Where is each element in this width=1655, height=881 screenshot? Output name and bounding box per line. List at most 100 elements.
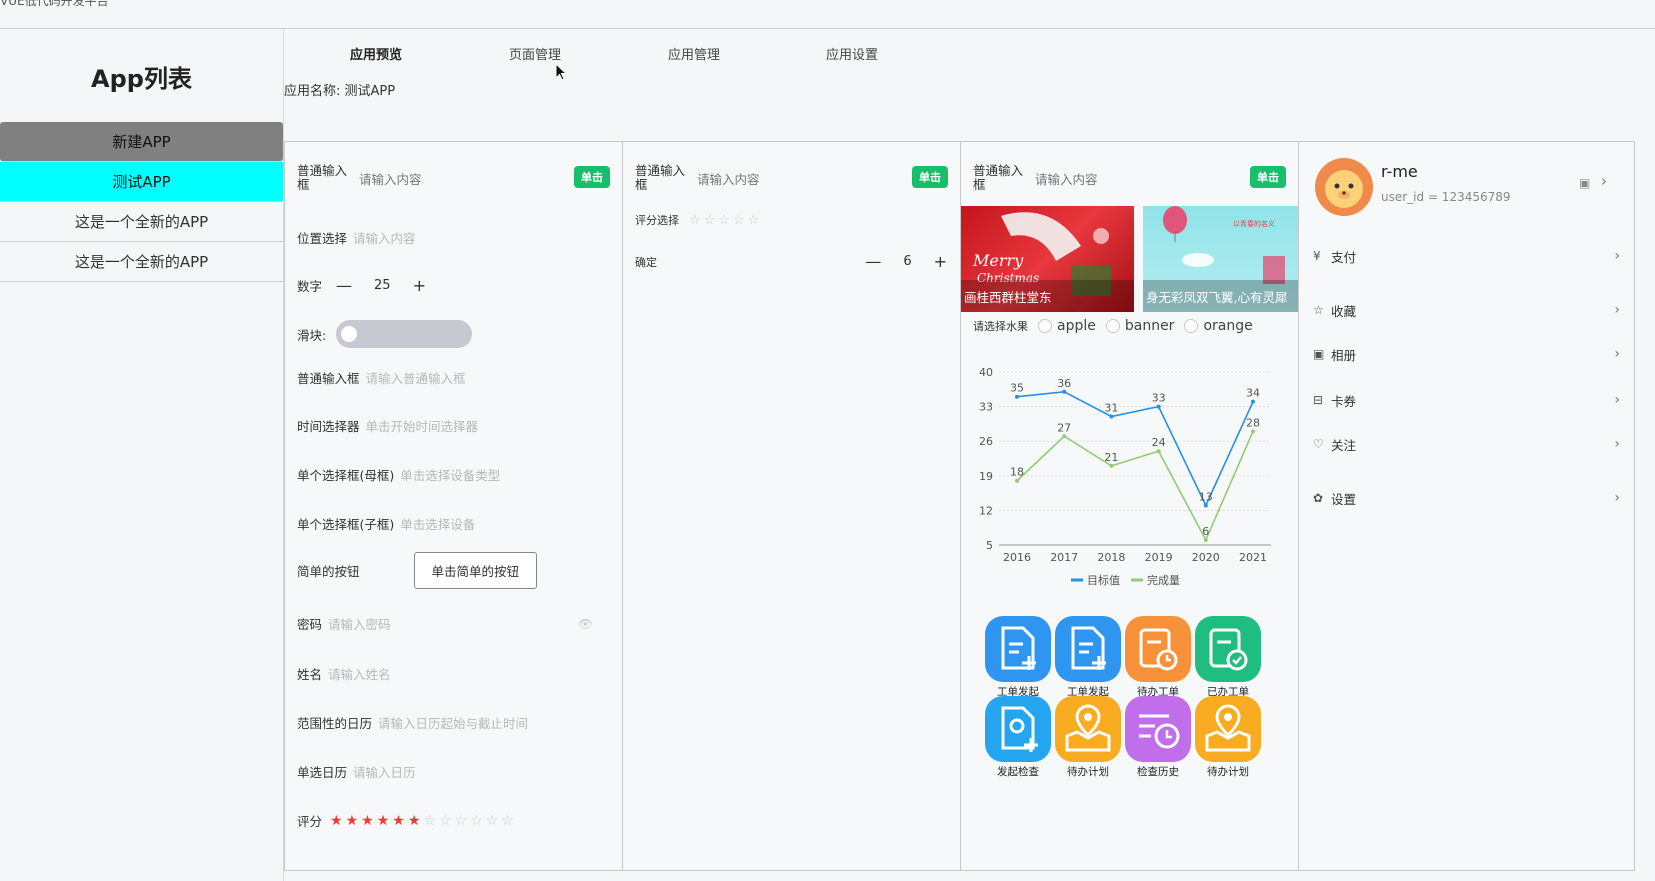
radio-apple-label[interactable]: apple — [1057, 318, 1096, 334]
decrease-button[interactable]: — — [865, 252, 881, 271]
profile-menu-item[interactable]: ¥ 支付 › — [1313, 246, 1620, 266]
top-input-field[interactable]: 请输入内容 — [1035, 169, 1283, 188]
profile-menu-item[interactable]: ▣ 相册 › — [1313, 344, 1620, 364]
radio-banner[interactable] — [1105, 319, 1120, 333]
avatar[interactable] — [1315, 158, 1373, 216]
radio-orange-label[interactable]: orange — [1203, 318, 1252, 334]
password-input[interactable]: 请输入密码 — [328, 614, 391, 633]
normal-input[interactable]: 请输入普通输入框 — [366, 368, 466, 387]
profile-menu-item[interactable]: ☆ 收藏 › — [1313, 300, 1620, 320]
simple-button-label: 简单的按钮 — [297, 564, 360, 579]
data-label: 21 — [1104, 451, 1118, 464]
star-icon[interactable]: ☆ — [748, 213, 760, 228]
chevron-right-icon[interactable]: › — [1601, 172, 1607, 190]
confirm-label: 确定 — [635, 255, 657, 269]
star-icon[interactable]: ☆ — [486, 813, 499, 829]
scan-icon[interactable]: ▣ — [1579, 176, 1590, 190]
location-input[interactable]: 请输入内容 — [353, 228, 416, 247]
click-button[interactable]: 单击 — [1250, 166, 1286, 188]
pay-icon: ¥ — [1313, 249, 1321, 263]
doc-check-icon[interactable] — [1195, 616, 1261, 682]
single-calendar-input[interactable]: 请输入日历 — [353, 762, 416, 781]
child-select-input[interactable]: 单击选择设备 — [400, 514, 475, 533]
list-clock-icon[interactable] — [1125, 696, 1191, 762]
confirm-row: 确定 — 6 + — [635, 252, 949, 271]
slider-track[interactable] — [336, 320, 473, 348]
star-icon[interactable]: ★ — [361, 813, 374, 829]
app-item[interactable]: 这是一个全新的APP — [0, 202, 283, 242]
top-bar: VUE低代码开发平台 — [0, 0, 1655, 29]
location-add-icon[interactable] — [985, 696, 1051, 762]
app-icon-tile[interactable]: 待办工单 — [1125, 616, 1191, 699]
app-icon-tile[interactable]: 待办计划 — [1055, 696, 1121, 779]
data-label: 13 — [1199, 490, 1213, 503]
star-icon[interactable]: ☆ — [718, 213, 730, 228]
doc-add-icon[interactable] — [1055, 616, 1121, 682]
radio-orange[interactable] — [1184, 319, 1199, 333]
click-button[interactable]: 单击 — [912, 166, 948, 188]
star-icon[interactable]: ☆ — [733, 213, 745, 228]
profile-menu-label: 卡券 — [1331, 393, 1357, 409]
time-picker-label: 时间选择器 — [297, 419, 360, 434]
app-icon-tile[interactable]: 发起检查 — [985, 696, 1051, 779]
tab-app-management[interactable]: 应用管理 — [668, 44, 720, 63]
top-input-field[interactable]: 请输入内容 — [359, 169, 607, 188]
decrease-button[interactable]: — — [336, 276, 352, 295]
profile-menu-item[interactable]: ✿ 设置 › — [1313, 488, 1620, 508]
tab-page-management[interactable]: 页面管理 — [509, 44, 561, 63]
star-icon[interactable]: ☆ — [704, 213, 716, 228]
parent-select-input[interactable]: 单击选择设备类型 — [400, 465, 500, 484]
doc-clock-icon[interactable] — [1125, 616, 1191, 682]
increase-button[interactable]: + — [413, 276, 426, 295]
time-picker-input[interactable]: 单击开始时间选择器 — [366, 416, 479, 435]
tab-app-settings[interactable]: 应用设置 — [826, 44, 878, 63]
rating-select-stars[interactable]: ☆ ☆ ☆ ☆ ☆ — [689, 213, 762, 228]
slider-handle[interactable] — [341, 326, 358, 342]
name-input[interactable]: 请输入姓名 — [328, 664, 391, 683]
click-button[interactable]: 单击 — [574, 166, 610, 188]
gear-icon: ✿ — [1313, 491, 1324, 505]
app-icon-tile[interactable]: 待办计划 — [1195, 696, 1261, 779]
number-value[interactable]: 25 — [374, 278, 391, 293]
doc-add-icon[interactable] — [985, 616, 1051, 682]
x-tick-label: 2021 — [1239, 551, 1267, 564]
rating-stars[interactable]: ★ ★ ★ ★ ★ ★ ☆ ☆ ☆ ☆ ☆ ☆ — [330, 813, 517, 829]
range-calendar-input[interactable]: 请输入日历起始与截止时间 — [378, 713, 528, 732]
new-app-button[interactable]: 新建APP — [0, 122, 283, 162]
app-icon-tile[interactable]: 检查历史 — [1125, 696, 1191, 779]
star-icon[interactable]: ☆ — [423, 813, 436, 829]
app-item[interactable]: 这是一个全新的APP — [0, 242, 283, 282]
star-icon[interactable]: ☆ — [455, 813, 468, 829]
eye-icon[interactable]: 👁 — [578, 617, 593, 631]
app-item-test[interactable]: 测试APP — [0, 162, 283, 202]
map-pin-icon[interactable] — [1055, 696, 1121, 762]
app-icon-tile[interactable]: 工单发起 — [985, 616, 1051, 699]
y-tick-label: 12 — [979, 504, 993, 517]
banner-slide[interactable]: 以青春的名义 身无彩凤双飞翼,心有灵犀 — [1143, 206, 1298, 312]
top-input-field[interactable]: 请输入内容 — [697, 169, 945, 188]
stepper-value[interactable]: 6 — [903, 254, 911, 269]
star-icon[interactable]: ★ — [408, 813, 421, 829]
app-icon-tile[interactable]: 工单发起 — [1055, 616, 1121, 699]
profile-menu-item[interactable]: ⊟ 卡券 › — [1313, 390, 1620, 410]
star-icon[interactable]: ★ — [346, 813, 359, 829]
star-icon[interactable]: ☆ — [439, 813, 452, 829]
star-icon[interactable]: ☆ — [470, 813, 483, 829]
simple-button[interactable]: 单击简单的按钮 — [413, 552, 538, 589]
star-icon[interactable]: ★ — [392, 813, 405, 829]
increase-button[interactable]: + — [934, 252, 947, 271]
chevron-right-icon: › — [1614, 490, 1620, 506]
map-pin-icon[interactable] — [1195, 696, 1261, 762]
star-icon[interactable]: ★ — [377, 813, 390, 829]
banner-slide[interactable]: Merry Christmas 画桂西群柱堂东 — [961, 206, 1134, 312]
star-icon[interactable]: ★ — [330, 813, 343, 829]
app-icon-tile[interactable]: 已办工单 — [1195, 616, 1261, 699]
normal-input-label: 普通输入框 — [297, 371, 360, 386]
star-icon[interactable]: ☆ — [689, 213, 701, 228]
radio-banner-label[interactable]: banner — [1125, 318, 1175, 334]
radio-apple[interactable] — [1038, 319, 1052, 333]
tab-app-preview[interactable]: 应用预览 — [350, 44, 402, 63]
star-icon[interactable]: ☆ — [501, 813, 514, 829]
profile-menu-item[interactable]: ♡ 关注 › — [1313, 434, 1620, 454]
data-point — [1203, 503, 1208, 508]
